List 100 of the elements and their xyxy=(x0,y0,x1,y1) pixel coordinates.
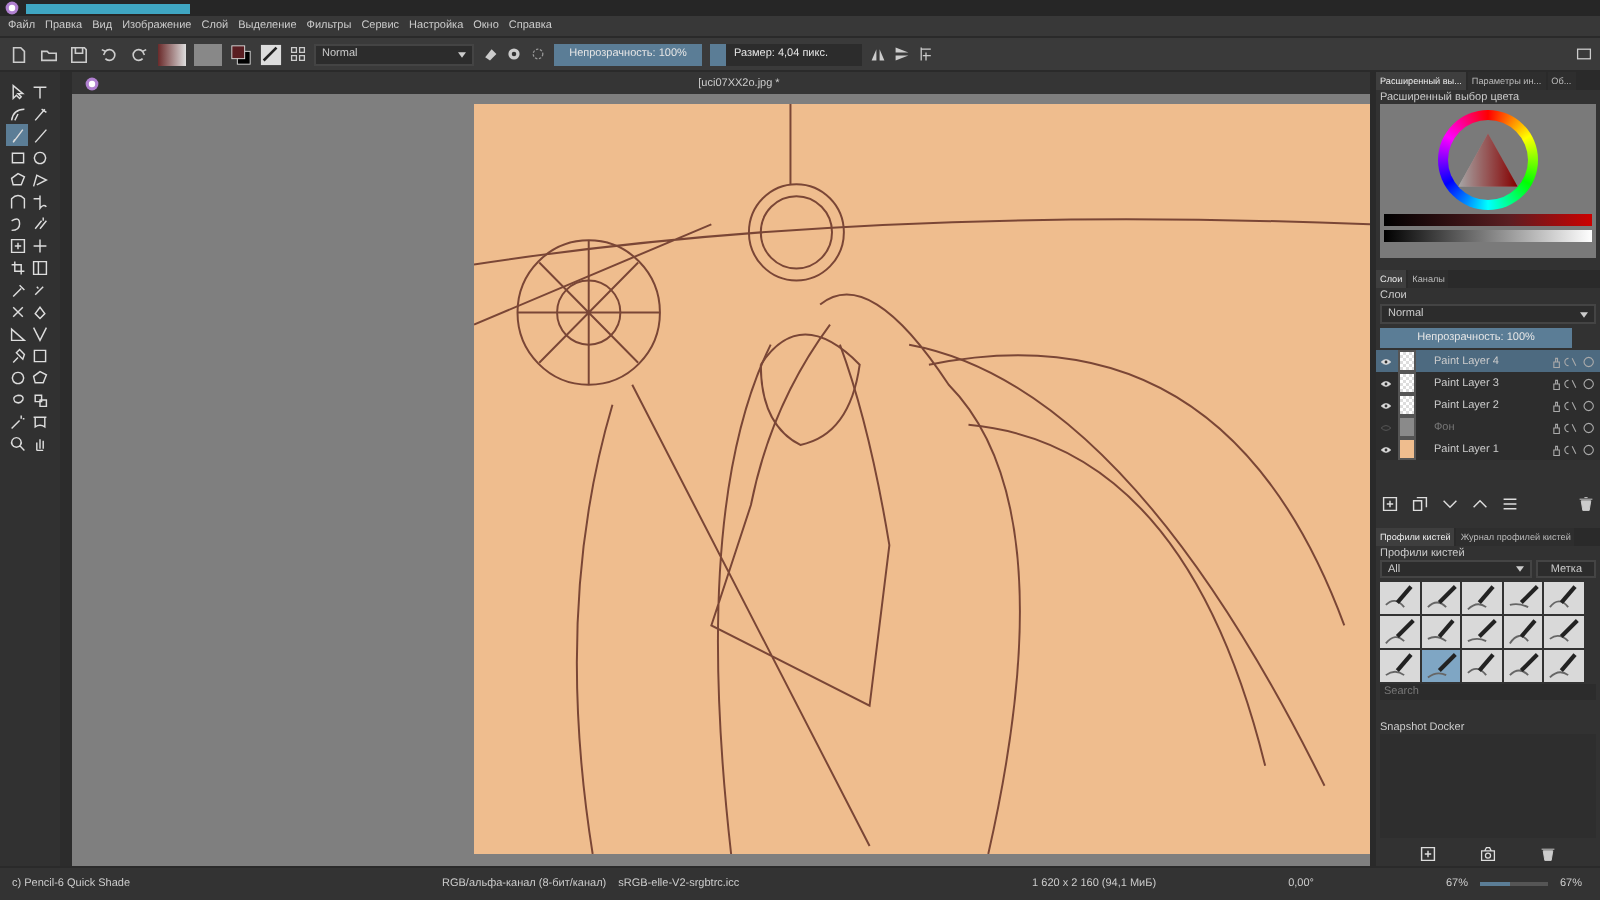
color-gradient-bar[interactable] xyxy=(1384,230,1592,242)
brush-preset-tile[interactable] xyxy=(1544,650,1584,682)
caret-icon xyxy=(1516,566,1525,572)
wand-icon xyxy=(9,413,25,429)
layer-thumbnail xyxy=(1398,350,1416,372)
save-button[interactable] xyxy=(68,43,90,65)
brush-preset-tile[interactable] xyxy=(1503,582,1543,614)
hue-ring[interactable] xyxy=(1438,110,1538,210)
add-icon[interactable] xyxy=(1420,846,1436,862)
undo-button[interactable] xyxy=(98,43,120,65)
pen-icon xyxy=(31,105,47,121)
poly-select-tool-button[interactable] xyxy=(28,366,50,388)
pointer-icon xyxy=(9,83,25,99)
caret-icon xyxy=(458,51,466,57)
eye-icon[interactable] xyxy=(1380,401,1392,409)
redo-button[interactable] xyxy=(128,43,150,65)
brush-preset-tile[interactable] xyxy=(1380,582,1420,614)
wand-tool-button[interactable] xyxy=(6,410,28,432)
zoom-tool-button[interactable] xyxy=(6,432,28,454)
ellipse-select-tool-button[interactable] xyxy=(6,366,28,388)
brush-preset-tile[interactable] xyxy=(1421,650,1461,682)
brush-preset-tile[interactable] xyxy=(1503,650,1543,682)
lasso-icon xyxy=(9,391,25,407)
layer-thumbnail xyxy=(1398,372,1416,394)
ellipse-tool-button[interactable] xyxy=(28,146,50,168)
brush-preset-tile[interactable] xyxy=(1421,616,1461,648)
rectangle-icon xyxy=(9,149,25,165)
transform-icon xyxy=(9,237,25,253)
layer-thumbnail xyxy=(1398,394,1416,416)
text-icon xyxy=(31,83,47,99)
eye-icon[interactable] xyxy=(1380,379,1392,387)
calligraphy-icon xyxy=(9,105,25,121)
hand-icon xyxy=(31,435,47,451)
layer-flags-icon[interactable] xyxy=(1552,377,1596,389)
crop-tool-button[interactable] xyxy=(6,256,28,278)
mirror-vertical-icon[interactable] xyxy=(894,46,910,62)
bezier-select-icon xyxy=(31,413,47,429)
pattern-swatch[interactable] xyxy=(194,43,222,65)
path-icon xyxy=(31,193,47,209)
ruler-tool-button[interactable] xyxy=(6,322,28,344)
bezier-tool-button[interactable] xyxy=(6,190,28,212)
line-icon xyxy=(31,127,47,143)
move-tool-button[interactable] xyxy=(28,234,50,256)
zoom-icon xyxy=(9,435,25,451)
mirror-horizontal-icon[interactable] xyxy=(870,46,886,62)
chevron-down-icon[interactable] xyxy=(1442,496,1458,512)
layer-flags-icon[interactable] xyxy=(1552,421,1596,433)
trash-icon[interactable] xyxy=(1578,496,1594,512)
pointer-tool-button[interactable] xyxy=(6,80,28,102)
poly-select-icon xyxy=(31,369,47,385)
brush-preset-icon[interactable] xyxy=(260,43,282,65)
eyedropper-icon xyxy=(9,281,25,297)
brush-preset-tile[interactable] xyxy=(1503,616,1543,648)
bezier-icon xyxy=(9,193,25,209)
camera-icon[interactable] xyxy=(1480,846,1496,862)
similar-select-tool-button[interactable] xyxy=(28,388,50,410)
eye-icon[interactable] xyxy=(1380,445,1392,453)
gradient-tool-button[interactable] xyxy=(28,256,50,278)
brush-preset-tile[interactable] xyxy=(1544,582,1584,614)
polygon-icon xyxy=(9,171,25,187)
transform-tool-button[interactable] xyxy=(6,234,28,256)
layer-flags-icon[interactable] xyxy=(1552,443,1596,455)
polygon-tool-button[interactable] xyxy=(6,168,28,190)
polyline-tool-button[interactable] xyxy=(28,168,50,190)
duplicate-icon[interactable] xyxy=(1412,496,1428,512)
chevron-up-icon[interactable] xyxy=(1472,496,1488,512)
brush-preset-tile[interactable] xyxy=(1462,582,1502,614)
ruler-icon xyxy=(9,325,25,341)
color-swatches-icon[interactable] xyxy=(230,43,252,65)
text-tool-button[interactable] xyxy=(28,80,50,102)
layer-flags-icon[interactable] xyxy=(1552,399,1596,411)
brush-icon xyxy=(9,127,25,143)
trash-icon[interactable] xyxy=(1540,846,1556,862)
window-icon[interactable] xyxy=(1576,46,1592,62)
color-triangle[interactable] xyxy=(1456,132,1520,188)
brush-preset-tile[interactable] xyxy=(1380,650,1420,682)
eraser-icon[interactable] xyxy=(482,46,498,62)
app-logo-icon xyxy=(84,75,100,91)
rect-select-icon xyxy=(31,347,47,363)
multibrush-icon xyxy=(31,215,47,231)
ellipse-select-icon xyxy=(9,369,25,385)
app-logo-icon xyxy=(4,0,20,16)
grid-icon[interactable] xyxy=(290,46,306,62)
brush-preset-tile[interactable] xyxy=(1380,616,1420,648)
add-layer-icon[interactable] xyxy=(1382,496,1398,512)
gradient-swatch[interactable] xyxy=(158,43,186,65)
rectangle-tool-button[interactable] xyxy=(6,146,28,168)
path-tool-button[interactable] xyxy=(28,190,50,212)
rect-select-tool-button[interactable] xyxy=(28,344,50,366)
brush-preset-tile[interactable] xyxy=(1462,616,1502,648)
new-document-button[interactable] xyxy=(8,43,30,65)
eye-icon[interactable] xyxy=(1380,357,1392,365)
bezier-select-tool-button[interactable] xyxy=(28,410,50,432)
color-history-bar[interactable] xyxy=(1384,214,1592,226)
brush-preset-tile[interactable] xyxy=(1462,650,1502,682)
brush-preset-tile[interactable] xyxy=(1421,582,1461,614)
curve-icon xyxy=(9,215,25,231)
properties-icon[interactable] xyxy=(1502,496,1518,512)
move-icon xyxy=(31,237,47,253)
brush-preset-tile[interactable] xyxy=(1544,616,1584,648)
